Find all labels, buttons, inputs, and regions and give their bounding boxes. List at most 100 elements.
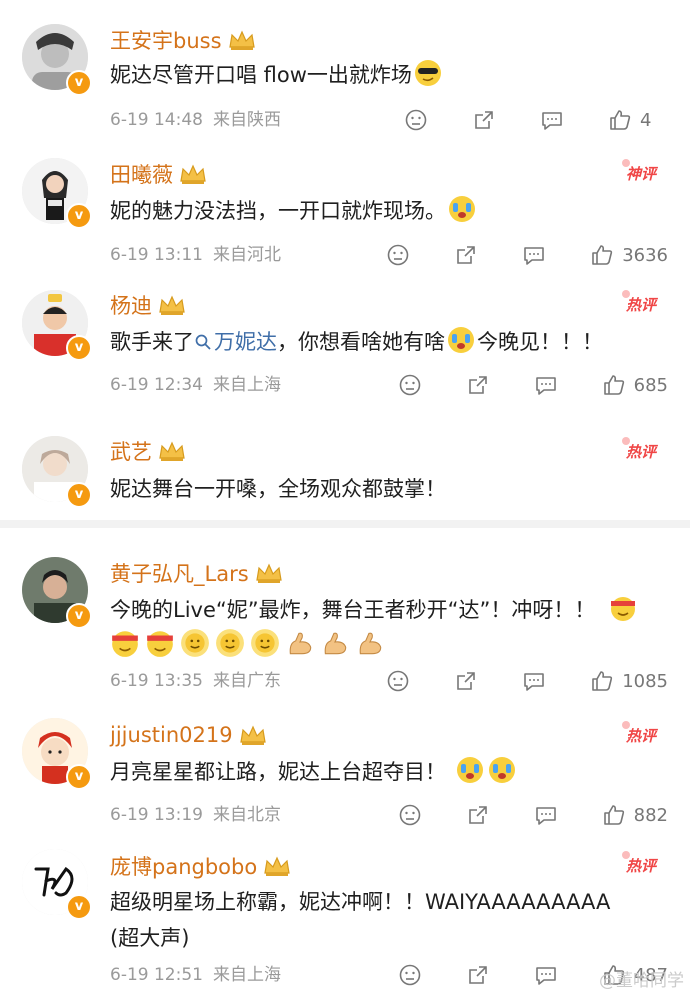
comment-date: 6-19 14:48 (110, 110, 203, 130)
comment-date: 6-19 12:51 (110, 965, 203, 985)
like-button[interactable]: 1085 (590, 669, 668, 693)
comment-location: 来自陕西 (212, 110, 281, 130)
like-button[interactable]: 3636 (590, 243, 668, 267)
cool-emoji-icon (414, 59, 442, 87)
comment-location: 来自北京 (212, 805, 281, 825)
hot-comment-badge: 神评 (622, 159, 662, 185)
dislike-icon (399, 804, 420, 826)
comment-icon (542, 112, 562, 130)
scream-emoji-icon (456, 756, 484, 784)
user-name[interactable]: jjjustin0219 (110, 723, 233, 747)
v-verified-icon: v (66, 764, 92, 790)
comment-date: 6-19 12:34 (110, 375, 203, 395)
share-button[interactable] (454, 669, 478, 693)
search-icon (195, 334, 211, 350)
share-button[interactable] (466, 963, 490, 987)
crown-icon (179, 163, 207, 185)
share-icon (468, 376, 487, 394)
comment-button[interactable] (534, 373, 558, 397)
dislike-icon (405, 109, 427, 131)
hot-comment-badge: 热评 (622, 290, 662, 316)
comment-text: 妮的魅力没法挡，一开口就炸现场。 (110, 193, 670, 229)
dislike-button[interactable] (386, 669, 410, 693)
user-name[interactable]: 杨迪 (110, 290, 152, 320)
user-name[interactable]: 田曦薇 (110, 159, 173, 189)
dislike-button[interactable] (398, 803, 422, 827)
like-count: 1085 (622, 670, 668, 692)
comment-button[interactable] (522, 243, 546, 267)
comment-location: 来自上海 (212, 965, 281, 985)
cheer-headband-emoji-icon (609, 594, 637, 622)
v-verified-icon: v (66, 482, 92, 508)
crown-icon (228, 29, 256, 51)
like-button[interactable]: 882 (602, 803, 668, 827)
comment-location: 来自广东 (212, 671, 281, 691)
like-icon (603, 805, 624, 825)
comment-icon (524, 247, 544, 265)
crown-icon (239, 724, 267, 746)
scream-emoji-icon (447, 326, 475, 354)
v-verified-icon: v (66, 70, 92, 96)
share-button[interactable] (466, 803, 490, 827)
share-button[interactable] (472, 108, 496, 132)
v-verified-icon: v (66, 335, 92, 361)
comment-text: 超级明星场上称霸，妮达冲啊！！WAIYAAAAAAAAA (超大声) (110, 890, 611, 950)
user-name[interactable]: 庞博pangbobo (110, 851, 257, 881)
comment-button[interactable] (534, 803, 558, 827)
dislike-icon (387, 670, 409, 692)
v-verified-icon: v (66, 603, 92, 629)
crown-icon (255, 562, 283, 584)
user-name[interactable]: 王安宇buss (110, 25, 222, 55)
comment-button[interactable] (522, 669, 546, 693)
share-button[interactable] (454, 243, 478, 267)
crown-icon (158, 440, 186, 462)
like-icon (592, 245, 613, 265)
emoji-row (110, 628, 385, 658)
flex-arm-emoji-icon (355, 628, 385, 658)
comment-location: 来自上海 (212, 375, 281, 395)
comment-text: 月亮星星都让路，妮达上台超夺目！ (110, 754, 670, 790)
comment-button[interactable] (540, 108, 564, 132)
comment-button[interactable] (534, 963, 558, 987)
section-divider (0, 520, 690, 528)
share-icon (468, 966, 487, 984)
scream-emoji-icon (448, 195, 476, 223)
cheer-headband-emoji-icon (110, 628, 140, 658)
v-verified-icon: v (66, 894, 92, 920)
comment-text: 妮达舞台一开嗓，全场观众都鼓掌！ (110, 477, 446, 501)
comment-text: 今晚的Live“妮”最炸，舞台王者秒开“达”！冲呀！！ (110, 592, 670, 628)
like-icon (592, 671, 613, 691)
scream-emoji-icon (488, 756, 516, 784)
like-button[interactable]: 685 (602, 373, 668, 397)
sunflower-emoji-icon (215, 628, 245, 658)
user-name[interactable]: 武艺 (110, 436, 152, 466)
like-count: 882 (633, 804, 668, 826)
crown-icon (263, 855, 291, 877)
crown-icon (158, 294, 186, 316)
dislike-icon (387, 244, 409, 266)
comment-text: 歌手来了 万妮达，你想看啥她有啥 今晚见！！！ (110, 324, 670, 360)
dislike-icon (399, 374, 420, 396)
hot-comment-badge: 热评 (622, 721, 662, 747)
v-verified-icon: v (66, 203, 92, 229)
dislike-button[interactable] (404, 108, 428, 132)
comment-date: 6-19 13:11 (110, 245, 203, 265)
flex-arm-emoji-icon (285, 628, 315, 658)
like-button[interactable]: 4 (608, 108, 668, 132)
watermark: @董哈同学 (599, 971, 684, 991)
hot-comment-badge: 热评 (622, 437, 662, 463)
user-name[interactable]: 黄子弘凡_Lars (110, 558, 249, 588)
cheer-headband-emoji-icon (145, 628, 175, 658)
comment-text: 妮达尽管开口唱 flow一出就炸场 (110, 57, 670, 93)
share-icon (475, 111, 493, 129)
like-count: 685 (633, 374, 668, 396)
dislike-button[interactable] (398, 373, 422, 397)
hashtag-link[interactable]: 万妮达 (194, 330, 277, 354)
comment-list: v 王安宇buss 妮达尽管开口唱 flow一出就炸场 6-19 14:48 来自… (0, 0, 690, 999)
share-button[interactable] (466, 373, 490, 397)
comment-icon (535, 807, 556, 825)
dislike-button[interactable] (398, 963, 422, 987)
sunflower-emoji-icon (180, 628, 210, 658)
comment-icon (535, 967, 556, 985)
dislike-button[interactable] (386, 243, 410, 267)
